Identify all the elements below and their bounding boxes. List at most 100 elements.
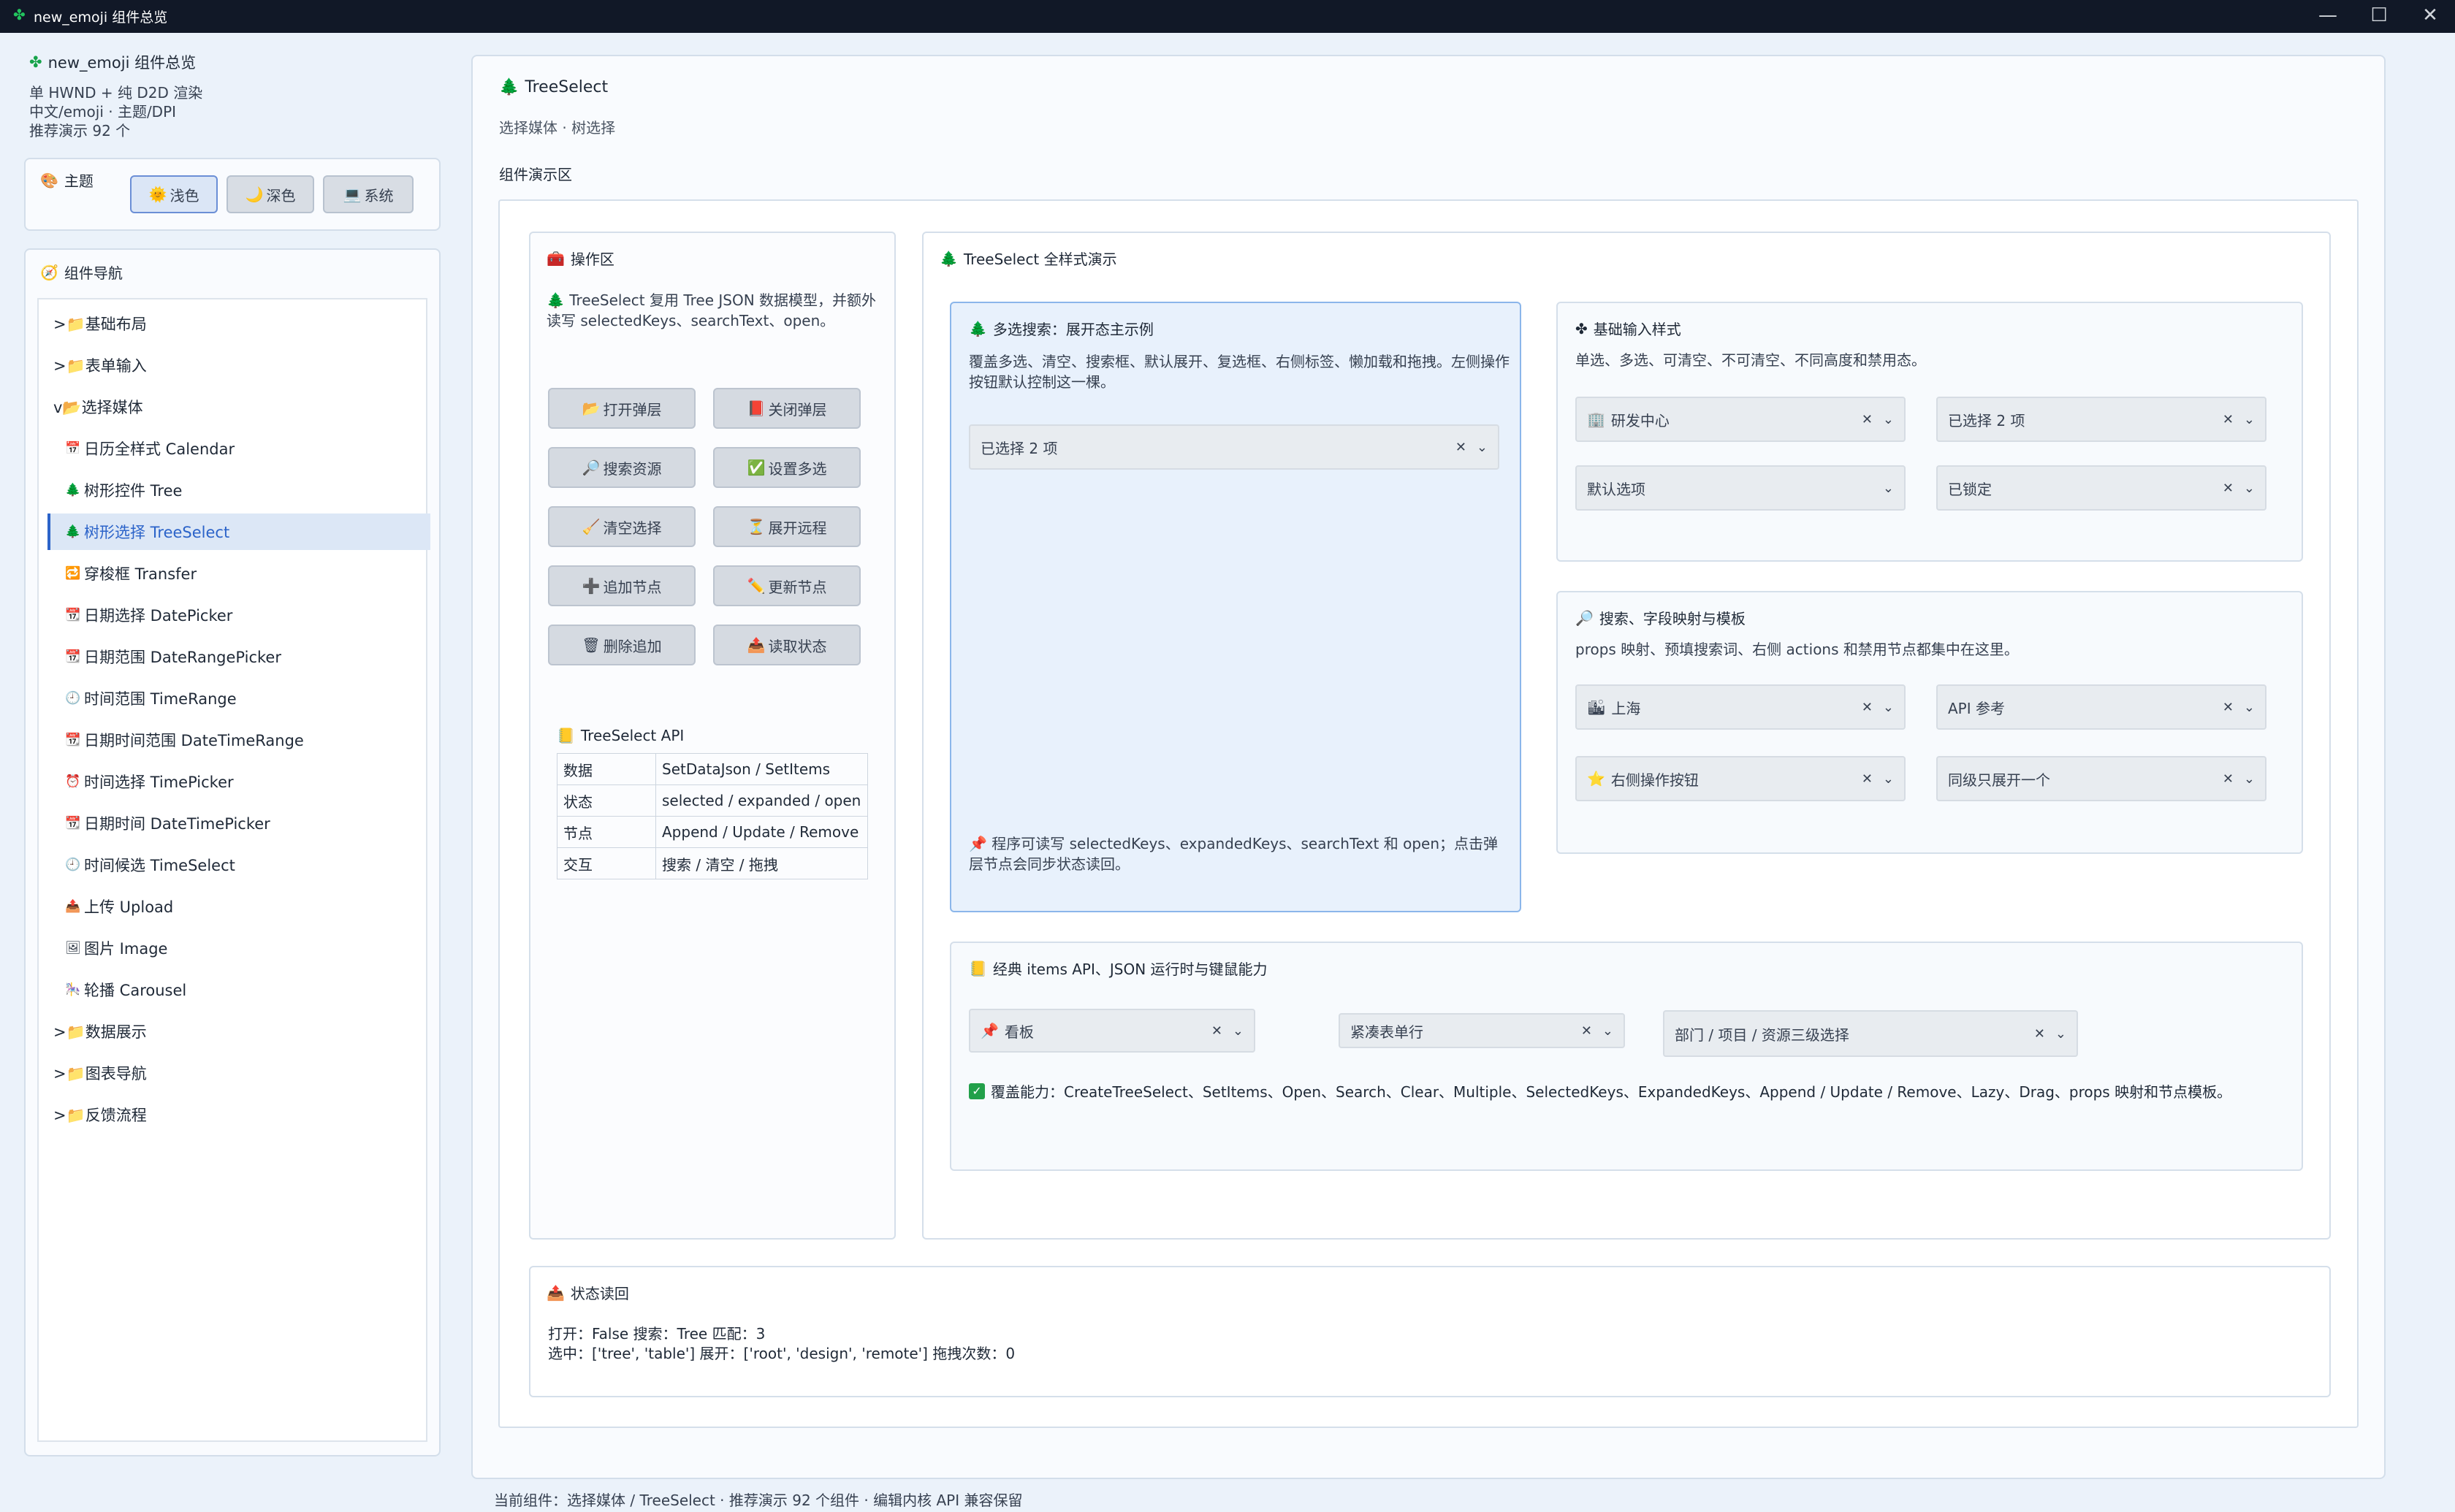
- basic-desc: 单选、多选、可清空、不可清空、不同高度和禁用态。: [1575, 351, 1926, 369]
- theme-dark-button[interactable]: 🌙 深色: [227, 175, 314, 213]
- clear-icon[interactable]: ✕: [1862, 412, 1873, 427]
- op-button[interactable]: ➕ 追加节点: [548, 565, 696, 606]
- treeselect-field[interactable]: 已锁定 ✕ ⌄: [1936, 465, 2266, 511]
- nav-item[interactable]: 📅 日历全样式 Calendar: [47, 430, 430, 467]
- op-button[interactable]: 🔎 搜索资源: [548, 447, 696, 488]
- clear-icon[interactable]: ✕: [2223, 700, 2234, 715]
- basic-styles-card: ✤ 基础输入样式 单选、多选、可清空、不可清空、不同高度和禁用态。 🏢 研发中心 ✕…: [1556, 302, 2303, 562]
- clear-icon[interactable]: ✕: [1211, 1023, 1222, 1039]
- nav-item[interactable]: 🕘 时间范围 TimeRange: [47, 680, 430, 717]
- nav-item-label: 图片 Image: [84, 940, 168, 958]
- treeselect-field[interactable]: 📌 看板 ✕ ⌄: [969, 1009, 1255, 1053]
- clear-icon[interactable]: ✕: [1455, 440, 1466, 455]
- api-key: 状态: [557, 784, 656, 817]
- chevron-down-icon[interactable]: ⌄: [1602, 1023, 1613, 1039]
- search-mapping-card: 🔎 搜索、字段映射与模板 props 映射、预填搜索词、右侧 actions 和…: [1556, 591, 2303, 854]
- maximize-button[interactable]: ☐: [2354, 0, 2404, 33]
- chevron-down-icon[interactable]: ⌄: [2244, 412, 2255, 427]
- treeselect-field[interactable]: 🏢 研发中心 ✕ ⌄: [1575, 397, 1906, 442]
- window-title: new_emoji 组件总览: [34, 9, 168, 26]
- op-button-icon: 🧹: [582, 518, 601, 535]
- op-button[interactable]: ⏳ 展开远程: [713, 506, 861, 547]
- nav-item-label: 穿梭框 Transfer: [84, 565, 197, 583]
- book-icon: 📒: [969, 959, 987, 977]
- showcase-panel: 🌲 TreeSelect 全样式演示 🌲 多选搜索：展开态主示例 覆盖多选、清空…: [922, 232, 2331, 1240]
- clear-icon[interactable]: ✕: [1862, 771, 1873, 787]
- nav-item-label: 日期时间范围 DateTimeRange: [84, 732, 304, 749]
- multi-note: 程序可读写 selectedKeys、expandedKeys、searchTe…: [969, 835, 1499, 873]
- chevron-down-icon[interactable]: ⌄: [1883, 771, 1894, 787]
- api-key: 数据: [557, 753, 656, 785]
- op-button[interactable]: 🧹 清空选择: [548, 506, 696, 547]
- clear-icon[interactable]: ✕: [2223, 412, 2234, 427]
- nav-item[interactable]: 📤 上传 Upload: [47, 888, 430, 925]
- op-button[interactable]: ✏️ 更新节点: [713, 565, 861, 606]
- field-value: API 参考: [1948, 699, 2005, 717]
- op-button-label: 删除追加: [603, 637, 662, 655]
- treeselect-field[interactable]: 🏙 上海 ✕ ⌄: [1575, 684, 1906, 730]
- minimize-button[interactable]: —: [2303, 0, 2353, 33]
- chevron-down-icon[interactable]: ⌄: [1883, 412, 1894, 427]
- nav-item[interactable]: 🎠 轮播 Carousel: [47, 971, 430, 1008]
- nav-item[interactable]: 🕘 时间候选 TimeSelect: [47, 847, 430, 883]
- close-button[interactable]: ✕: [2405, 0, 2455, 33]
- op-button[interactable]: 📤 读取状态: [713, 625, 861, 665]
- chevron-down-icon[interactable]: ⌄: [1233, 1023, 1244, 1039]
- api-key: 节点: [557, 816, 656, 848]
- nav-item-label: >📁数据展示: [53, 1023, 147, 1041]
- multi-treeselect[interactable]: 已选择 2 项 ✕ ⌄: [969, 424, 1499, 470]
- chevron-down-icon[interactable]: ⌄: [1883, 481, 1894, 496]
- nav-item[interactable]: >📁表单输入: [47, 347, 419, 383]
- nav-item[interactable]: v📂选择媒体: [47, 389, 419, 425]
- chevron-down-icon[interactable]: ⌄: [1883, 700, 1894, 715]
- info-line: 单 HWND + 纯 D2D 渲染: [29, 84, 203, 102]
- treeselect-field[interactable]: 同级只展开一个 ✕ ⌄: [1936, 756, 2266, 801]
- treeselect-field[interactable]: API 参考 ✕ ⌄: [1936, 684, 2266, 730]
- chevron-down-icon[interactable]: ⌄: [2244, 700, 2255, 715]
- op-button-label: 更新节点: [768, 578, 827, 596]
- status-line: 选中：['tree', 'table'] 展开：['root', 'design…: [548, 1345, 1016, 1362]
- op-button[interactable]: 📕 关闭弹层: [713, 388, 861, 429]
- treeselect-field[interactable]: 部门 / 项目 / 资源三级选择 ✕ ⌄: [1663, 1010, 2078, 1057]
- chevron-down-icon[interactable]: ⌄: [1477, 440, 1488, 455]
- nav-item[interactable]: >📁基础布局: [47, 305, 419, 342]
- nav-item[interactable]: ⏰ 时间选择 TimePicker: [47, 763, 430, 800]
- op-button[interactable]: 🗑 删除追加: [548, 625, 696, 665]
- field-value: 已选择 2 项: [1948, 411, 2025, 429]
- op-button[interactable]: ✅ 设置多选: [713, 447, 861, 488]
- treeselect-field[interactable]: 已选择 2 项 ✕ ⌄: [1936, 397, 2266, 442]
- chevron-down-icon[interactable]: ⌄: [2055, 1026, 2066, 1042]
- nav-item[interactable]: 🔁 穿梭框 Transfer: [47, 555, 430, 592]
- moon-icon: 🌙: [245, 186, 264, 203]
- op-button-label: 展开远程: [768, 519, 827, 537]
- chevron-down-icon[interactable]: ⌄: [2244, 771, 2255, 787]
- theme-system-button[interactable]: 💻 系统: [323, 175, 414, 213]
- nav-item[interactable]: >📁图表导航: [47, 1055, 419, 1091]
- nav-item[interactable]: 📆 日期时间范围 DateTimeRange: [47, 722, 430, 758]
- clear-icon[interactable]: ✕: [1581, 1023, 1592, 1039]
- coverage-text: 覆盖能力：CreateTreeSelect、SetItems、Open、Sear…: [991, 1083, 2232, 1101]
- clear-icon[interactable]: ✕: [2223, 771, 2234, 787]
- toolbox-icon: 🧰: [547, 249, 565, 267]
- treeselect-field[interactable]: 紧凑表单行 ✕ ⌄: [1339, 1013, 1625, 1048]
- op-button[interactable]: 📂 打开弹层: [548, 388, 696, 429]
- nav-item-icon: 🌲: [65, 483, 81, 497]
- nav-item[interactable]: >📁反馈流程: [47, 1096, 419, 1133]
- check-icon: ✓: [969, 1083, 985, 1099]
- clear-icon[interactable]: ✕: [2223, 481, 2234, 496]
- chevron-down-icon[interactable]: ⌄: [2244, 481, 2255, 496]
- nav-item[interactable]: 📆 日期范围 DateRangePicker: [47, 638, 430, 675]
- nav-item[interactable]: 🌲 树形选择 TreeSelect: [47, 513, 430, 550]
- nav-item[interactable]: >📁数据展示: [47, 1013, 419, 1050]
- nav-item[interactable]: 🌲 树形控件 Tree: [47, 472, 430, 508]
- treeselect-field[interactable]: ⭐ 右侧操作按钮 ✕ ⌄: [1575, 756, 1906, 801]
- nav-item-label: 日期时间 DateTimePicker: [84, 815, 270, 833]
- nav-item[interactable]: 📆 日期时间 DateTimePicker: [47, 805, 430, 841]
- treeselect-field[interactable]: 默认选项 ⌄: [1575, 465, 1906, 511]
- clear-icon[interactable]: ✕: [1862, 700, 1873, 715]
- nav-item[interactable]: 🖼 图片 Image: [47, 930, 430, 966]
- showcase-title: TreeSelect 全样式演示: [963, 251, 1117, 268]
- theme-light-button[interactable]: 🌞 浅色: [130, 175, 218, 213]
- clear-icon[interactable]: ✕: [2034, 1026, 2045, 1042]
- nav-item[interactable]: 📆 日期选择 DatePicker: [47, 597, 430, 633]
